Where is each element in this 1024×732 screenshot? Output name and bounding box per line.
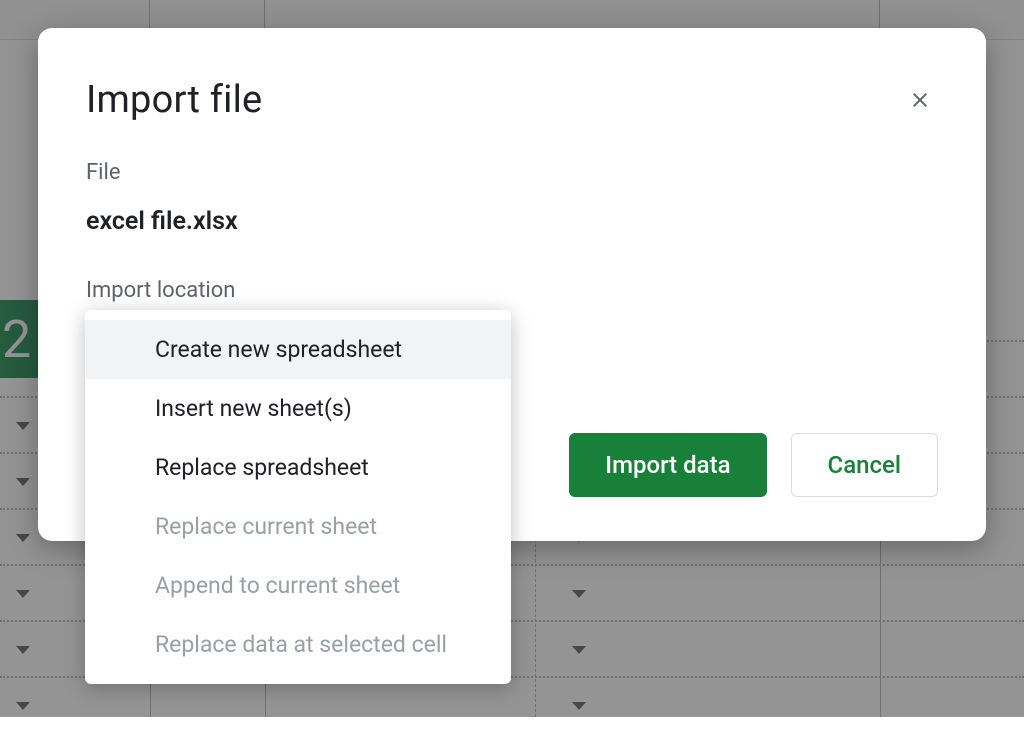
- dropdown-item[interactable]: Create new spreadsheet: [85, 320, 511, 379]
- dropdown-item[interactable]: Insert new sheet(s): [85, 379, 511, 438]
- dropdown-item: Replace data at selected cell: [85, 615, 511, 674]
- import-location-label: Import location: [86, 278, 938, 303]
- file-section-label: File: [86, 160, 938, 185]
- import-location-dropdown[interactable]: Create new spreadsheetInsert new sheet(s…: [85, 310, 511, 684]
- dropdown-item[interactable]: Replace spreadsheet: [85, 438, 511, 497]
- dialog-title: Import file: [86, 78, 262, 122]
- close-button[interactable]: [902, 82, 938, 118]
- close-icon: [908, 88, 932, 112]
- import-data-button[interactable]: Import data: [569, 433, 766, 497]
- file-name: excel file.xlsx: [86, 207, 938, 236]
- cancel-button[interactable]: Cancel: [791, 433, 938, 497]
- dropdown-item: Replace current sheet: [85, 497, 511, 556]
- dropdown-item: Append to current sheet: [85, 556, 511, 615]
